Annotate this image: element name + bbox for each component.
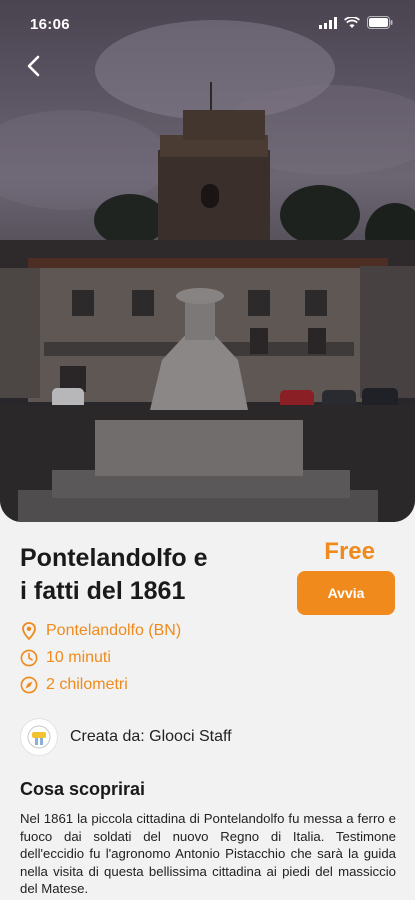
location-row: Pontelandolfo (BN) xyxy=(20,622,280,640)
tour-description: Nel 1861 la piccola cittadina di Pontela… xyxy=(20,811,396,897)
tour-detail-screen: 16:06 Pontelandolfo e i fatti del 1861 F… xyxy=(0,0,415,900)
section-title: Cosa scoprirai xyxy=(20,779,146,799)
duration-text: 10 minuti xyxy=(46,649,111,666)
hero-photo xyxy=(0,0,415,522)
author-text: Creata da: Glooci Staff xyxy=(70,728,232,745)
glooci-logo-icon xyxy=(27,725,51,749)
tour-title-line1: Pontelandolfo e xyxy=(20,544,208,572)
status-time: 16:06 xyxy=(30,16,70,33)
duration-row: 10 minuti xyxy=(20,649,280,667)
castle-photo-illustration xyxy=(0,20,415,522)
status-icons xyxy=(319,16,393,34)
compass-icon xyxy=(20,676,38,694)
tour-title: Pontelandolfo e i fatti del 1861 xyxy=(20,542,280,608)
back-button[interactable] xyxy=(18,50,50,82)
location-pin-icon xyxy=(20,622,38,640)
clock-icon xyxy=(20,649,38,667)
tour-title-line2: i fatti del 1861 xyxy=(20,577,186,605)
author-row[interactable]: Creata da: Glooci Staff xyxy=(20,718,232,756)
distance-text: 2 chilometri xyxy=(46,676,128,693)
tour-details: Pontelandolfo e i fatti del 1861 Free Av… xyxy=(0,522,415,900)
price-label: Free xyxy=(324,538,375,565)
battery-icon xyxy=(367,16,393,34)
start-tour-button[interactable]: Avvia xyxy=(297,571,395,615)
distance-row: 2 chilometri xyxy=(20,676,280,694)
avatar xyxy=(20,718,58,756)
signal-icon xyxy=(319,16,337,34)
location-text: Pontelandolfo (BN) xyxy=(46,622,182,639)
wifi-icon xyxy=(343,16,361,34)
chevron-left-icon xyxy=(27,55,40,77)
status-bar: 16:06 xyxy=(0,0,415,48)
